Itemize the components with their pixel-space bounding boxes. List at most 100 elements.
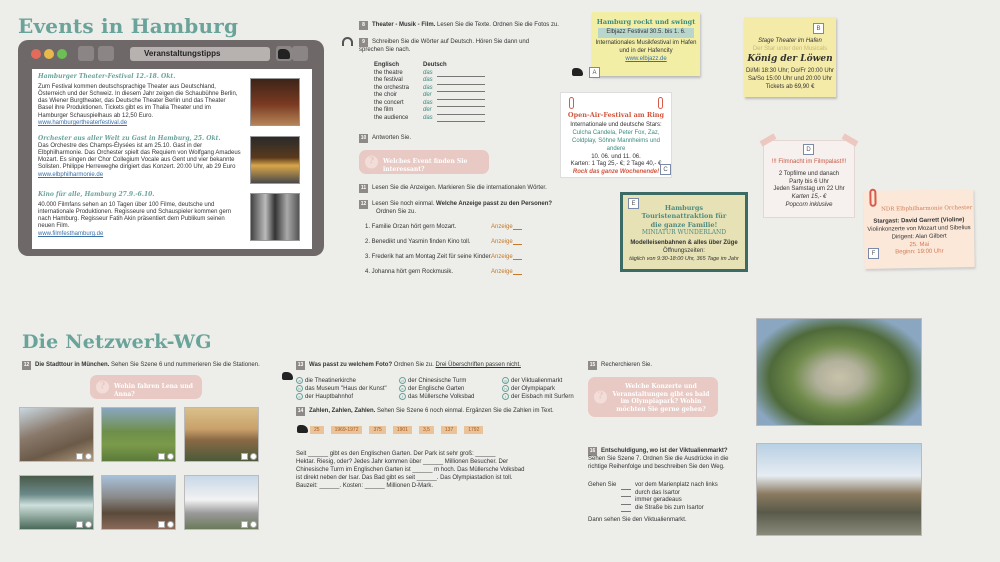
ad-link[interactable]: www.elbjazz.de xyxy=(592,56,700,64)
maximize-dot[interactable] xyxy=(57,49,67,59)
task-title: Was passt zu welchem Foto? xyxy=(309,362,393,368)
answer-line[interactable] xyxy=(437,79,485,85)
year-chip[interactable]: 1901 xyxy=(392,426,412,435)
gap-line: Bauzeit: ______. Kosten: ______ Millione… xyxy=(296,483,434,490)
item-letter: d xyxy=(399,377,406,384)
match-text: 1. Familie Orzan hört gern Mozart. xyxy=(365,224,457,230)
question-icon: ? xyxy=(365,155,378,169)
photo-answer-circle[interactable] xyxy=(250,521,257,528)
order-blank[interactable] xyxy=(621,506,631,512)
match-row: 1. Familie Orzan hört gern Mozart. Anzeig… xyxy=(365,224,555,239)
photo-number-box[interactable] xyxy=(158,521,165,528)
answer-line[interactable] xyxy=(437,116,485,122)
year-chip[interactable]: 25 xyxy=(310,426,324,435)
year-chip[interactable]: 3,5 xyxy=(418,426,434,435)
task-title: Die Stadttour in München. xyxy=(35,362,110,368)
photo-number-box[interactable] xyxy=(241,521,248,528)
question-bubble: ? Wohin fahren Lena und Anna? xyxy=(90,375,202,399)
photo-answer-circle[interactable] xyxy=(167,521,174,528)
vocab-article: das xyxy=(423,114,433,121)
gap-line: Seit ______ gibt es den Englischen Garte… xyxy=(296,451,496,457)
direction-step[interactable]: vor dem Marienplatz nach links xyxy=(621,482,748,490)
gap-line: Hektar. Riesig, oder? Jedes Jahr kommen … xyxy=(296,459,509,466)
photo-answer-circle[interactable] xyxy=(167,453,174,460)
close-dot[interactable] xyxy=(31,49,41,59)
vocab-en: the festival xyxy=(374,77,403,83)
task-text: Sehen Sie Szene 7. Ordnen Sie die Ausdrü… xyxy=(588,456,729,470)
cursor-hand-icon xyxy=(278,49,290,59)
photo-number-box[interactable] xyxy=(241,453,248,460)
direction-step[interactable]: durch das Isartor xyxy=(621,490,748,497)
year-chip[interactable]: 1792 xyxy=(464,426,484,435)
answer-blank[interactable] xyxy=(513,259,522,260)
event-link[interactable]: www.filmfesthamburg.de xyxy=(38,231,242,239)
ad-letter: B xyxy=(813,23,824,34)
anzeige-label: Anzeige xyxy=(491,269,513,275)
ad-line: Internationale und deutsche Stars: xyxy=(570,122,662,129)
vocab-row: the concert das xyxy=(374,99,494,107)
vocab-article: das xyxy=(423,99,433,106)
task-text: Sehen Sie Szene 6 noch einmal. Ergänzen … xyxy=(375,408,554,414)
vocab-en: the theatre xyxy=(374,69,403,76)
task-number: 12 xyxy=(359,200,368,209)
gap-line: Chinesische Turm im Englischen Garten is… xyxy=(296,467,525,474)
event-text: 40.000 Filmfans sehen an 10 Tagen über 1… xyxy=(38,201,232,230)
photo-number-box[interactable] xyxy=(158,453,165,460)
film-photo xyxy=(250,193,300,241)
event-link[interactable]: www.elbphilharmonie.de xyxy=(38,172,242,180)
year-chip[interactable]: 137 xyxy=(440,426,458,435)
item-letter: c xyxy=(296,393,303,400)
answer-blank[interactable] xyxy=(513,244,522,245)
order-blank[interactable] xyxy=(621,484,631,490)
event-heading: Kino für alle, Hamburg 27.9.-6.10. xyxy=(38,191,155,198)
task-title: Zahlen, Zahlen, Zahlen. xyxy=(309,408,376,414)
match-row: 4. Johanna hört gern Rockmusik. Anzeige xyxy=(365,269,555,284)
task-text: Ordnen Sie zu. xyxy=(376,209,417,215)
gap-line: ist direkt neben der Isar. Das Bad gibt … xyxy=(296,475,513,482)
match-row: 2. Benedikt und Yasmin finden Kino toll.… xyxy=(365,239,555,254)
order-blank[interactable] xyxy=(621,499,631,505)
item-letter: b xyxy=(296,385,303,392)
landmark-item[interactable]: i der Eisbach mit Surfern xyxy=(502,393,574,402)
photo-number-box[interactable] xyxy=(76,521,83,528)
answer-blank[interactable] xyxy=(513,274,522,275)
forward-button[interactable] xyxy=(98,46,114,61)
landmark-list: a die Theatinerkirche b das Museum "Haus de… xyxy=(296,377,586,403)
window-titlebar: Veranstaltungstipps xyxy=(18,40,324,70)
window-title: Veranstaltungstipps xyxy=(130,47,270,61)
landmark-item[interactable]: c der Hauptbahnhof xyxy=(296,393,353,402)
direction-list: Gehen Sie vor dem Marienplatz nach links… xyxy=(588,482,748,525)
ad-letter: A xyxy=(589,67,600,78)
year-chip[interactable]: 375 xyxy=(369,426,386,435)
back-button[interactable] xyxy=(78,46,94,61)
answer-blank[interactable] xyxy=(513,229,522,230)
olympiapark-photo xyxy=(756,318,922,426)
landmark-item[interactable]: f das Müllersche Volksbad xyxy=(399,393,474,402)
item-text: der Eisbach mit Surfern xyxy=(511,394,574,401)
task-number: 10 xyxy=(359,134,368,143)
item-text: der Olympiapark xyxy=(511,386,556,393)
item-letter: e xyxy=(399,385,406,392)
task-title: Welche Anzeige passt zu den Personen? xyxy=(436,201,553,207)
direction-step[interactable]: die Straße bis zum Isartor xyxy=(621,504,748,512)
event-link[interactable]: www.hamburgertheaterfestival.de xyxy=(38,120,242,128)
answer-line[interactable] xyxy=(437,109,485,115)
item-text: die Theatinerkirche xyxy=(305,378,356,385)
answer-line[interactable] xyxy=(437,94,485,100)
photo-answer-circle[interactable] xyxy=(85,453,92,460)
step-text: die Straße bis zum Isartor xyxy=(635,504,704,511)
gehen-label: Gehen Sie xyxy=(588,482,617,488)
photo-number-box[interactable] xyxy=(76,453,83,460)
ad-card-a: Hamburg rockt und swingt Elbjazz Festiva… xyxy=(592,12,700,76)
direction-step[interactable]: immer geradeaus xyxy=(621,497,748,505)
item-text: das Museum "Haus der Kunst" xyxy=(305,386,387,393)
cursor-hand-icon xyxy=(572,68,583,76)
photo-answer-circle[interactable] xyxy=(250,453,257,460)
step-text: vor dem Marienplatz nach links xyxy=(635,482,718,488)
year-chip[interactable]: 1969-1972 xyxy=(330,426,363,435)
window-extra-button[interactable] xyxy=(292,46,308,61)
vocab-en: the concert xyxy=(374,99,404,106)
task-number: 13 xyxy=(296,361,305,370)
minimize-dot[interactable] xyxy=(44,49,54,59)
photo-answer-circle[interactable] xyxy=(85,521,92,528)
